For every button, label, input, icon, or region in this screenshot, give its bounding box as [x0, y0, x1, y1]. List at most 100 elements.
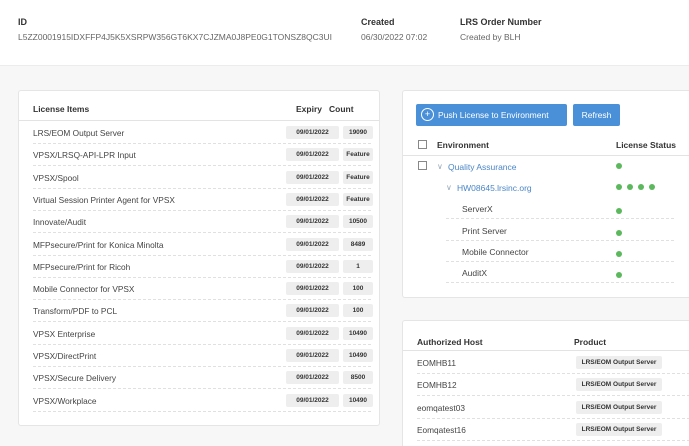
expiry-badge: 09/01/2022	[286, 371, 339, 385]
product-badge: LRS/EOM Output Server	[576, 356, 662, 369]
license-status-dot	[638, 184, 644, 191]
col-environment: Environment	[437, 140, 489, 150]
table-row: MFPsecure/Print for Ricoh 09/01/2022 1	[33, 256, 373, 278]
license-status-dot	[616, 272, 622, 278]
license-status-dot	[616, 163, 622, 169]
table-row: VPSX/LRSQ-API-LPR Input 09/01/2022 Feature	[33, 144, 373, 167]
expiry-badge: 09/01/2022	[286, 259, 339, 273]
table-row: EOMHB12 LRS/EOM Output Server	[417, 374, 689, 397]
license-detail-header: ID L5ZZ0001915IDXFFP4J5K5XSRPW356GT6KX7C…	[0, 0, 689, 66]
count-badge: Feature	[343, 192, 373, 206]
product-badge: LRS/EOM Output Server	[576, 400, 662, 414]
license-item-name: Transform/PDF to PCL	[33, 306, 118, 317]
authorized-hosts-header: Authorized Host Product	[403, 321, 689, 351]
expiry-badge: 09/01/2022	[286, 282, 339, 296]
count-badge: 10490	[343, 349, 373, 362]
order-number-label: LRS Order Number	[460, 17, 542, 27]
expiry-badge: 09/01/2022	[286, 215, 339, 229]
count-badge: 10500	[343, 215, 373, 229]
environment-checkbox[interactable]	[418, 161, 427, 170]
license-items-header: License Items Expiry Count	[19, 91, 379, 121]
expiry-badge: 09/01/2022	[286, 304, 339, 318]
col-expiry: Expiry	[296, 104, 322, 114]
refresh-button[interactable]: Refresh	[573, 104, 620, 126]
table-row: Transform/PDF to PCL 09/01/2022 100	[33, 300, 373, 323]
expiry-badge: 09/01/2022	[286, 237, 339, 251]
table-row: VPSX/Workplace 09/01/2022 10490	[33, 390, 373, 412]
table-row: Innovate/Audit 09/01/2022 10500	[33, 211, 373, 234]
table-row: LRS/EOM Output Server 09/01/2022 19090	[33, 122, 373, 144]
push-license-label: Push License to Environment	[438, 110, 549, 120]
expiry-badge: 09/01/2022	[286, 170, 339, 184]
expiry-badge: 09/01/2022	[286, 393, 339, 407]
authorized-host-name: eomqatest03	[417, 402, 465, 413]
environment-tree-item[interactable]: Mobile Connector	[403, 241, 689, 262]
product-badge: LRS/EOM Output Server	[576, 422, 662, 436]
row-divider	[446, 282, 674, 283]
environment-tree-item[interactable]: Print Server	[403, 220, 689, 241]
created-value: 06/30/2022 07:02	[361, 32, 428, 42]
count-badge: Feature	[343, 170, 373, 184]
chevron-down-icon[interactable]: ∨	[446, 183, 452, 192]
authorized-host-name: Eomqatest16	[417, 424, 466, 435]
expiry-badge: 09/01/2022	[286, 349, 339, 362]
table-row: eomqatest03 LRS/EOM Output Server	[417, 397, 689, 419]
expiry-badge: 09/01/2022	[286, 192, 339, 206]
table-row: VPSX/Spool 09/01/2022 Feature	[33, 167, 373, 189]
table-row: MFPsecure/Print for Konica Minolta 09/01/…	[33, 234, 373, 256]
license-item-name: MFPsecure/Print for Konica Minolta	[33, 239, 164, 250]
environment-name: Print Server	[462, 225, 507, 236]
count-badge: 8500	[343, 371, 373, 385]
product-badge: LRS/EOM Output Server	[576, 378, 662, 392]
license-item-name: Virtual Session Printer Agent for VPSX	[33, 194, 175, 205]
expiry-badge: 09/01/2022	[286, 126, 339, 139]
table-row: EOMHB11 LRS/EOM Output Server	[417, 352, 689, 374]
license-item-name: Mobile Connector for VPSX	[33, 284, 135, 295]
count-badge: 8489	[343, 237, 373, 251]
environment-name: ServerX	[462, 204, 493, 215]
environment-name[interactable]: Quality Assurance	[448, 162, 517, 172]
license-items-card: License Items Expiry Count LRS/EOM Outpu…	[18, 90, 380, 426]
col-product: Product	[574, 337, 607, 347]
order-number-value: Created by BLH	[460, 32, 521, 42]
license-item-name: VPSX/DirectPrint	[33, 351, 97, 361]
license-item-name: MFPsecure/Print for Ricoh	[33, 261, 131, 272]
license-item-name: VPSX Enterprise	[33, 328, 96, 339]
id-value: L5ZZ0001915IDXFFP4J5K5XSRPW356GT6KX7CJZM…	[18, 32, 332, 42]
environment-tree-item[interactable]: AuditX	[403, 262, 689, 283]
table-row: VPSX/DirectPrint 09/01/2022 10490	[33, 345, 373, 367]
select-all-checkbox[interactable]	[418, 140, 427, 149]
count-badge: Feature	[343, 148, 373, 162]
table-row: Virtual Session Printer Agent for VPSX 09…	[33, 189, 373, 211]
col-license-status: License Status	[616, 140, 676, 150]
count-badge: 100	[343, 304, 373, 318]
license-item-name: VPSX/Spool	[33, 172, 79, 183]
environment-name[interactable]: HW08645.lrsinc.org	[457, 183, 532, 193]
count-badge: 10490	[343, 326, 373, 340]
created-label: Created	[361, 17, 395, 27]
table-row: Mobile Connector for VPSX 09/01/2022 100	[33, 278, 373, 301]
col-authorized-host: Authorized Host	[417, 337, 483, 347]
license-item-name: VPSX/LRSQ-API-LPR Input	[33, 150, 136, 161]
environment-header: Environment License Status	[403, 135, 689, 156]
license-status-dot	[616, 229, 622, 236]
environment-tree-item[interactable]: ∨ Quality Assurance	[403, 156, 689, 177]
authorized-hosts-card: Authorized Host Product EOMHB11 LRS/EOM O…	[402, 320, 689, 446]
environment-tree-item[interactable]: ServerX	[403, 198, 689, 220]
environment-name: AuditX	[462, 268, 488, 278]
authorized-host-name: EOMHB12	[417, 380, 457, 391]
col-license-items: License Items	[33, 104, 90, 114]
count-badge: 19090	[343, 126, 373, 139]
license-item-name: LRS/EOM Output Server	[33, 128, 125, 138]
table-row: VPSX/Secure Delivery 09/01/2022 8500	[33, 367, 373, 390]
count-badge: 100	[343, 282, 373, 296]
environment-tree-item[interactable]: ∨ HW08645.lrsinc.org	[403, 177, 689, 198]
chevron-down-icon[interactable]: ∨	[437, 162, 443, 171]
environment-card: + Push License to Environment Refresh En…	[402, 90, 689, 298]
push-license-button[interactable]: + Push License to Environment	[416, 104, 567, 126]
id-label: ID	[18, 17, 27, 27]
table-row: Eomqatest16 LRS/EOM Output Server	[417, 419, 689, 441]
license-item-name: VPSX/Workplace	[33, 395, 97, 406]
license-item-name: Innovate/Audit	[33, 217, 87, 228]
expiry-badge: 09/01/2022	[286, 148, 339, 162]
